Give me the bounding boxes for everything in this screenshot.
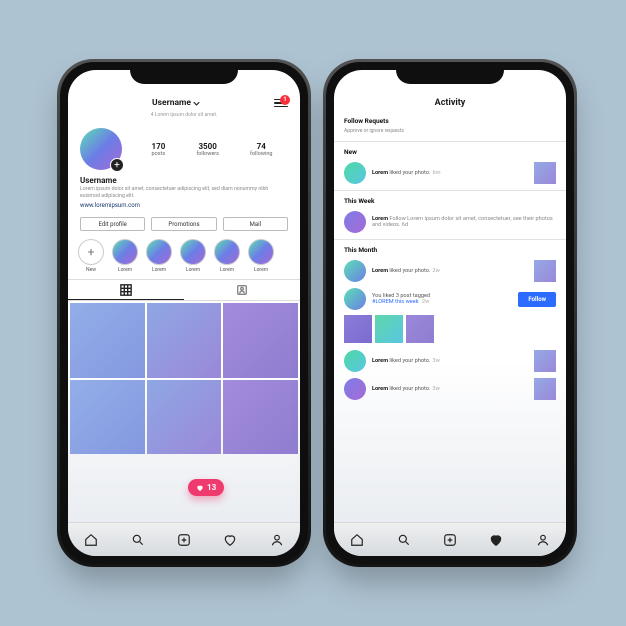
profile-topbar: Username 1 (68, 94, 300, 114)
bio-username: Username (80, 176, 288, 185)
heart-icon (489, 533, 503, 547)
highlight-item[interactable]: Lorem (248, 239, 274, 273)
nav-add[interactable] (443, 533, 457, 547)
phone-notch (130, 62, 238, 84)
profile-avatar[interactable]: + (80, 128, 122, 170)
post-thumbnail[interactable] (534, 260, 556, 282)
user-icon (270, 533, 284, 547)
section-this-week: This Week (334, 194, 566, 208)
nav-search[interactable] (131, 533, 145, 547)
section-new: New (334, 145, 566, 159)
tab-tagged[interactable] (184, 280, 300, 300)
highlights-row: +New Lorem Lorem Lorem Lorem Lorem (68, 239, 300, 279)
avatar[interactable] (344, 260, 366, 282)
user-icon (536, 533, 550, 547)
phone-activity: Activity Follow Requets Approve or ignor… (326, 62, 574, 564)
activity-row-tagged[interactable]: You liked 3 post tagged #LOREM this week… (334, 285, 566, 313)
grid-icon (120, 284, 132, 296)
profile-username-dropdown[interactable]: Username (152, 98, 200, 108)
follow-requests-sub: Approve or ignore requests (334, 128, 566, 138)
tagged-icon (236, 284, 248, 296)
post-thumbnail[interactable] (534, 350, 556, 372)
search-icon (397, 533, 411, 547)
activity-row[interactable]: Lorem liked your photo.6m (334, 159, 566, 187)
nav-activity[interactable] (223, 533, 237, 547)
post-thumbnail[interactable] (223, 380, 298, 455)
nav-profile[interactable] (536, 533, 550, 547)
avatar[interactable] (344, 211, 366, 233)
activity-row[interactable]: Lorem liked your photo.3w (334, 375, 566, 403)
post-thumbnail[interactable] (147, 380, 222, 455)
phone-profile: Username 1 4 Lorem ipsum dolor sit amet.… (60, 62, 308, 564)
stat-followers[interactable]: 3500followers (196, 142, 219, 157)
chevron-down-icon (193, 101, 200, 106)
post-thumbnail[interactable] (147, 303, 222, 378)
activity-row[interactable]: Lorem liked your photo.2w (334, 257, 566, 285)
promotions-button[interactable]: Promotions (151, 217, 216, 231)
search-icon (131, 533, 145, 547)
phone-notch (396, 62, 504, 84)
add-story-button[interactable]: + (110, 158, 124, 172)
highlight-item[interactable]: Lorem (112, 239, 138, 273)
bio-description: Lorem ipsum dolor sit amet, consectetuer… (80, 186, 288, 200)
nav-add[interactable] (177, 533, 191, 547)
home-icon (84, 533, 98, 547)
bottom-nav (334, 522, 566, 556)
heart-icon (223, 533, 237, 547)
nav-home[interactable] (350, 533, 364, 547)
avatar[interactable] (344, 162, 366, 184)
posts-grid (68, 301, 300, 454)
post-thumbnail[interactable] (534, 378, 556, 400)
nav-home[interactable] (84, 533, 98, 547)
stat-posts[interactable]: 170posts (152, 142, 166, 157)
activity-title: Activity (334, 94, 566, 114)
post-thumbnail[interactable] (70, 380, 145, 455)
heart-icon (196, 484, 204, 492)
tab-grid[interactable] (68, 280, 184, 300)
nav-activity[interactable] (489, 533, 503, 547)
plus-square-icon (177, 533, 191, 547)
activity-row[interactable]: Lorem Follow Lorem ipsum dolor sit amet,… (334, 208, 566, 236)
highlight-new[interactable]: +New (78, 239, 104, 273)
follow-button[interactable]: Follow (518, 292, 556, 307)
nav-search[interactable] (397, 533, 411, 547)
tagged-thumbnails (334, 313, 566, 347)
post-thumbnail[interactable] (70, 303, 145, 378)
notification-badge: 1 (280, 95, 290, 105)
highlight-item[interactable]: Lorem (180, 239, 206, 273)
menu-button[interactable]: 1 (272, 99, 288, 107)
home-icon (350, 533, 364, 547)
post-thumbnail[interactable] (534, 162, 556, 184)
post-thumbnail[interactable] (223, 303, 298, 378)
follow-requests-heading[interactable]: Follow Requets (334, 114, 566, 128)
post-thumbnail[interactable] (406, 315, 434, 343)
activity-row[interactable]: Lorem liked your photo.3w (334, 347, 566, 375)
post-thumbnail[interactable] (375, 315, 403, 343)
avatar[interactable] (344, 378, 366, 400)
bottom-nav (68, 522, 300, 556)
post-thumbnail[interactable] (344, 315, 372, 343)
profile-stats: 170posts 3500followers 74following (136, 142, 288, 157)
mail-button[interactable]: Mail (223, 217, 288, 231)
edit-profile-button[interactable]: Edit profile (80, 217, 145, 231)
stat-following[interactable]: 74following (250, 142, 272, 157)
avatar[interactable] (344, 288, 366, 310)
highlight-item[interactable]: Lorem (214, 239, 240, 273)
avatar[interactable] (344, 350, 366, 372)
nav-profile[interactable] (270, 533, 284, 547)
bio-link[interactable]: www.loremipsum.com (80, 202, 288, 209)
plus-square-icon (443, 533, 457, 547)
section-this-month: This Month (334, 243, 566, 257)
likes-popup: 13 (188, 479, 224, 496)
highlight-item[interactable]: Lorem (146, 239, 172, 273)
